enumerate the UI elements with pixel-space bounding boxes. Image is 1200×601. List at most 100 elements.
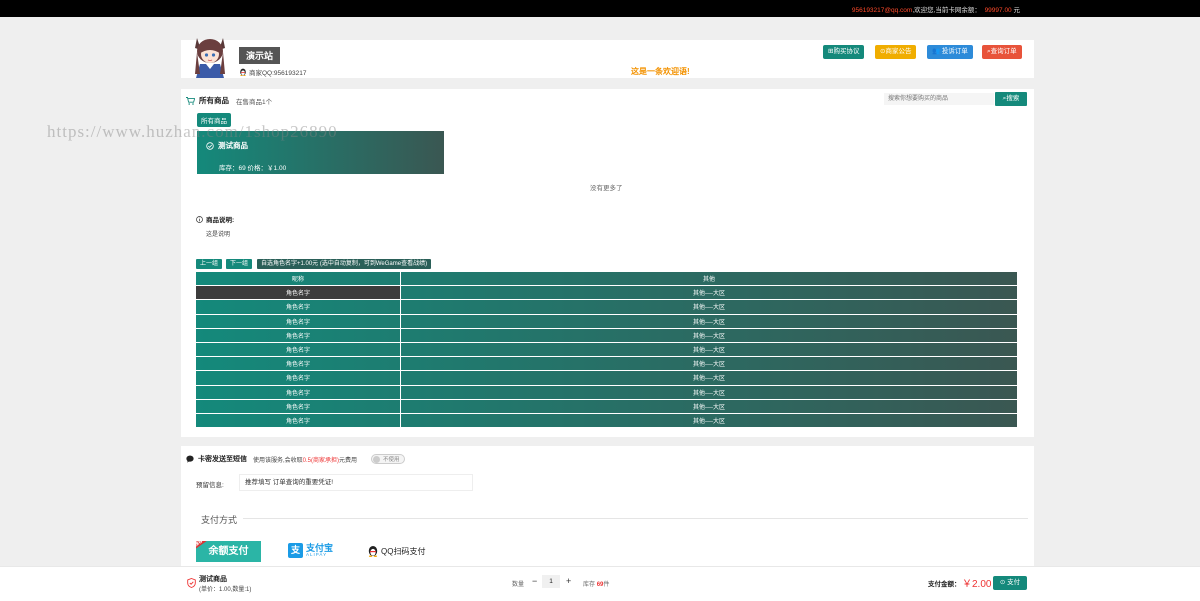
sms-hint-pre: 使用该服务,会收取 — [253, 457, 303, 464]
table-row[interactable]: 角色名字 其他----大区 — [196, 371, 1017, 386]
sms-fee-hint: 使用该服务,会收取0.5(商家承担)元费用 — [253, 455, 357, 464]
role-name-cell[interactable]: 角色名字 — [196, 385, 401, 399]
reserve-info-input[interactable]: 推荐填写 订单查询的重要凭证! — [239, 474, 473, 491]
product-description-title: 商品说明: — [196, 214, 234, 224]
role-name-cell[interactable]: 角色名字 — [196, 328, 401, 342]
complaint-order-button[interactable]: 👥 投诉订单 — [927, 45, 973, 59]
next-group-button[interactable]: 下一组 — [226, 259, 253, 269]
anime-avatar-image — [195, 38, 225, 78]
role-name-cell[interactable]: 角色名字 — [196, 371, 401, 385]
footer-stock: 库存 69件 — [583, 579, 609, 588]
prev-group-button[interactable]: 上一组 — [196, 259, 223, 269]
quantity-input[interactable]: 1 — [542, 575, 560, 588]
welcome-balance-text: ,欢迎您,当前卡网余额： — [912, 7, 981, 14]
quantity-minus-button[interactable]: − — [532, 576, 537, 586]
description-title-text: 商品说明: — [206, 217, 235, 224]
sms-title: 卡密发送至短信 — [198, 456, 247, 463]
table-header-other: 其他 — [702, 277, 715, 284]
balance-pay-label: 余额支付 — [208, 546, 249, 557]
alipay-sub: ALIPAY — [306, 551, 328, 557]
balance-value: 99997.00 — [984, 7, 1012, 14]
merchant-qq-text: 商家QQ:956193217 — [249, 70, 307, 77]
search-button-label: 搜索 — [1006, 95, 1020, 102]
category-all-tag[interactable]: 所有商品 — [197, 113, 231, 127]
toggle-knob — [373, 455, 380, 463]
qq-scan-pay-option[interactable]: QQ扫码支付 — [367, 545, 425, 557]
query-order-button[interactable]: ⌕查询订单 — [982, 45, 1022, 59]
role-name-cell[interactable]: 角色名字 — [196, 342, 401, 357]
other-region-cell: 其他----大区 — [693, 291, 725, 298]
qq-penguin-icon — [368, 545, 378, 557]
total-amount: ￥2.00 — [962, 579, 992, 590]
balance-unit: 元 — [1013, 7, 1021, 14]
other-region-cell: 其他----大区 — [693, 305, 725, 312]
sms-hint-fee: 0.5(商家承担) — [302, 457, 340, 464]
qq-penguin-icon — [240, 68, 246, 76]
sms-hint-post: 元费用 — [339, 457, 358, 464]
table-row[interactable]: 角色名字 其他----大区 — [196, 385, 1017, 400]
footer-unit-price: (单价：1.00,数量:1) — [199, 587, 252, 593]
role-name-cell[interactable]: 角色名字 — [196, 300, 401, 314]
info-circle-icon — [196, 215, 203, 223]
search-button[interactable]: ⌕搜索 — [995, 92, 1027, 106]
alipay-option[interactable]: 支 支付宝 ALIPAY — [288, 543, 333, 558]
qq-pay-label: QQ扫码支付 — [381, 546, 426, 556]
table-row[interactable]: 角色名字 其他----大区 — [196, 286, 1017, 301]
merchant-notice-button[interactable]: ⊙商家公告 — [875, 45, 917, 59]
button-label: 查询订单 — [990, 48, 1017, 55]
table-row[interactable]: 角色名字 其他----大区 — [196, 300, 1017, 315]
auto-select-name-button[interactable]: 自选角色名字+1.00元 (选中自动复制，可到WeGame查看战绩) — [257, 259, 432, 269]
product-card[interactable]: 测试商品 库存：69 价格：￥1.00 — [197, 131, 444, 174]
user-email[interactable]: 956193217@qq.com — [852, 7, 912, 14]
stock-unit: 件 — [603, 582, 610, 588]
product-stock-price: 库存：69 价格：￥1.00 — [219, 165, 287, 172]
role-name-cell[interactable]: 角色名字 — [196, 399, 401, 413]
button-label: 购买协议 — [833, 48, 860, 55]
other-region-cell: 其他----大区 — [693, 319, 725, 326]
stock-label: 库存 — [583, 582, 596, 588]
table-header-nickname: 昵称 — [196, 272, 401, 286]
goods-title: 所有商品 — [199, 96, 229, 105]
table-row[interactable]: 角色名字 其他----大区 — [196, 413, 1017, 429]
role-name-cell[interactable]: 角色名字 — [196, 314, 401, 328]
table-row[interactable]: 角色名字 其他----大区 — [196, 357, 1017, 372]
role-name-table: 昵称 其他 角色名字 其他----大区 角色名字 其他----大区 角色名字 其他----… — [196, 272, 1017, 429]
sms-section-title: 卡密发送至短信 使用该服务,会收取0.5(商家承担)元费用 — [186, 454, 357, 464]
table-row[interactable]: 角色名字 其他----大区 — [196, 314, 1017, 329]
footer-product-name: 测试商品 — [199, 576, 227, 583]
purchase-agreement-button[interactable]: ⊞购买协议 — [823, 45, 865, 59]
product-name: 测试商品 — [206, 140, 248, 151]
check-circle-icon — [206, 141, 214, 150]
sms-toggle[interactable]: 不使用 — [371, 454, 405, 464]
total-label: 支付金额： — [928, 581, 961, 588]
other-region-cell: 其他----大区 — [693, 404, 725, 411]
role-name-cell[interactable]: 角色名字 — [196, 357, 401, 371]
reserve-info-label: 预留信息: — [196, 482, 224, 489]
table-row[interactable]: 角色名字 其他----大区 — [196, 342, 1017, 358]
no-more-text: 没有更多了 — [590, 185, 623, 192]
quantity-plus-button[interactable]: + — [566, 576, 571, 586]
other-region-cell: 其他----大区 — [693, 348, 725, 355]
search-input[interactable] — [884, 93, 994, 105]
table-row[interactable]: 角色名字 其他----大区 — [196, 328, 1017, 343]
payment-method-legend: 支付方式 — [201, 515, 238, 525]
recommend-badge: 推荐 — [196, 541, 208, 551]
button-label: 商家公告 — [885, 48, 912, 55]
product-description-text: 这是说明 — [206, 232, 231, 238]
table-row[interactable]: 角色名字 其他----大区 — [196, 399, 1017, 414]
balance-pay-option[interactable]: 推荐 余额支付 — [196, 541, 261, 562]
account-info: 956193217@qq.com,欢迎您,当前卡网余额： 99997.00 元 — [852, 4, 1020, 14]
role-name-cell[interactable]: 角色名字 — [196, 413, 401, 428]
pay-button[interactable]: ⊙ 支付 — [993, 576, 1027, 590]
shop-header: 演示站 商家QQ:956193217 这是一条欢迎语! ⊞购买协议 ⊙商家公告 … — [181, 38, 1034, 78]
other-region-cell: 其他----大区 — [693, 418, 725, 425]
cart-icon — [186, 96, 195, 105]
other-region-cell: 其他----大区 — [693, 362, 725, 369]
goods-count: 在售商品1个 — [236, 98, 273, 106]
welcome-message: 这是一条欢迎语! — [631, 67, 690, 76]
role-name-cell[interactable]: 角色名字 — [196, 286, 401, 300]
table-header-row: 昵称 其他 — [196, 272, 1017, 287]
pay-button-label: 支付 — [1007, 579, 1021, 586]
sms-payment-panel: 卡密发送至短信 使用该服务,会收取0.5(商家承担)元费用 不使用 预留信息: … — [181, 446, 1034, 566]
chat-bubble-icon — [186, 455, 194, 463]
